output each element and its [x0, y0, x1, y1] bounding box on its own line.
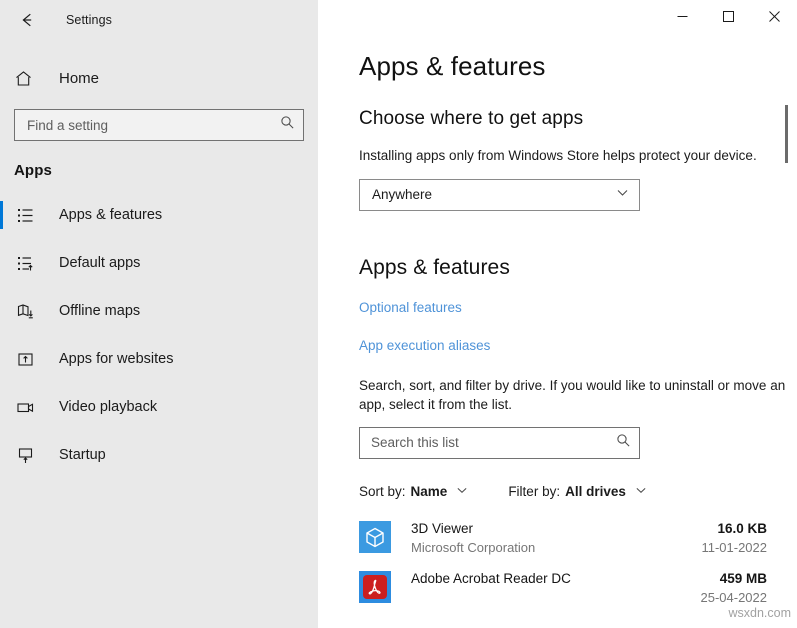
app-source-dropdown-value: Anywhere: [372, 187, 433, 203]
main-content: Apps & features Choose where to get apps…: [318, 0, 797, 628]
chevron-down-icon: [616, 186, 629, 204]
apps-features-description: Search, sort, and filter by drive. If yo…: [359, 377, 786, 413]
list-arrow-icon: [14, 252, 36, 274]
sidebar-item-startup[interactable]: Startup: [0, 431, 318, 479]
page-title: Apps & features: [359, 51, 546, 81]
app-size: 459 MB: [719, 570, 767, 586]
list-item[interactable]: Adobe Acrobat Reader DC 459 MB 25-04-202…: [359, 570, 797, 621]
close-icon[interactable]: [751, 0, 797, 32]
scrollbar[interactable]: [785, 32, 788, 628]
sidebar-item-label: Default apps: [59, 255, 141, 271]
title-bar: Settings: [0, 0, 318, 40]
sidebar-item-label: Video playback: [59, 399, 158, 415]
app-name: Adobe Acrobat Reader DC: [411, 570, 571, 586]
settings-window: Settings Home Apps: [0, 0, 797, 628]
back-arrow-icon[interactable]: [13, 6, 43, 34]
map-download-icon: [14, 300, 36, 322]
app-date: 25-04-2022: [700, 589, 768, 605]
sidebar-item-offline-maps[interactable]: Offline maps: [0, 287, 318, 335]
box-arrow-up-icon: [14, 348, 36, 370]
app-name: 3D Viewer: [411, 520, 474, 536]
app-meta: 16.0 KB 11-01-2022: [701, 521, 797, 555]
sidebar-item-label: Startup: [59, 447, 106, 463]
search-input[interactable]: [27, 117, 280, 133]
app-source-dropdown[interactable]: Anywhere: [359, 178, 640, 211]
window-title: Settings: [66, 13, 112, 27]
filters-row: Sort by: Name Filter by: All drives: [359, 484, 797, 499]
sidebar-item-label: Offline maps: [59, 303, 141, 319]
search-icon[interactable]: [280, 115, 295, 135]
app-date: 11-01-2022: [701, 539, 767, 555]
app-info: 3D Viewer Microsoft Corporation: [411, 521, 535, 555]
app-list: 3D Viewer Microsoft Corporation 16.0 KB …: [359, 520, 797, 621]
minimize-icon[interactable]: [659, 0, 705, 32]
sidebar-item-label: Apps & features: [59, 207, 163, 223]
maximize-icon[interactable]: [705, 0, 751, 32]
search-list-box[interactable]: [359, 426, 640, 459]
choose-source-description: Installing apps only from Windows Store …: [359, 148, 757, 163]
sidebar-item-home[interactable]: Home: [0, 61, 318, 95]
filter-by-label: Filter by:: [508, 483, 561, 499]
app-meta: 459 MB 25-04-2022: [701, 571, 797, 605]
chevron-down-icon: [635, 484, 647, 499]
choose-source-heading: Choose where to get apps: [359, 108, 584, 129]
sidebar-category-label: Apps: [14, 162, 52, 179]
sidebar-item-label: Apps for websites: [59, 351, 174, 367]
sidebar-item-default-apps[interactable]: Default apps: [0, 239, 318, 287]
list-item[interactable]: 3D Viewer Microsoft Corporation 16.0 KB …: [359, 520, 797, 571]
sidebar-nav-list: Apps & features Default apps Offline map…: [0, 191, 318, 479]
sidebar-home-label: Home: [59, 69, 100, 87]
monitor-arrow-up-icon: [14, 444, 36, 466]
scrollbar-thumb[interactable]: [785, 105, 788, 163]
app-size: 16.0 KB: [717, 520, 767, 536]
cube-3d-icon: [359, 520, 391, 553]
adobe-acrobat-icon: [359, 570, 391, 603]
sort-by-label: Sort by:: [359, 483, 406, 499]
home-icon: [14, 69, 40, 88]
app-publisher: Microsoft Corporation: [411, 539, 536, 555]
window-controls: [659, 0, 797, 32]
filter-by-control[interactable]: Filter by: All drives: [508, 484, 647, 499]
sort-by-control[interactable]: Sort by: Name: [359, 484, 468, 499]
app-info: Adobe Acrobat Reader DC: [411, 571, 571, 590]
search-list-input[interactable]: [371, 435, 616, 451]
sidebar: Settings Home Apps: [0, 0, 318, 628]
video-camera-icon: [14, 396, 36, 418]
link-optional-features[interactable]: Optional features: [359, 300, 462, 315]
sidebar-item-video-playback[interactable]: Video playback: [0, 383, 318, 431]
apps-features-heading: Apps & features: [359, 255, 510, 279]
chevron-down-icon: [456, 484, 468, 499]
sort-by-value: Name: [410, 483, 448, 499]
list-bullets-icon: [14, 204, 36, 226]
find-setting-box[interactable]: [14, 109, 304, 141]
link-app-execution-aliases[interactable]: App execution aliases: [359, 338, 490, 353]
sidebar-item-apps-for-websites[interactable]: Apps for websites: [0, 335, 318, 383]
sidebar-item-apps-and-features[interactable]: Apps & features: [0, 191, 318, 239]
filter-by-value: All drives: [565, 483, 626, 499]
search-icon[interactable]: [616, 433, 631, 453]
